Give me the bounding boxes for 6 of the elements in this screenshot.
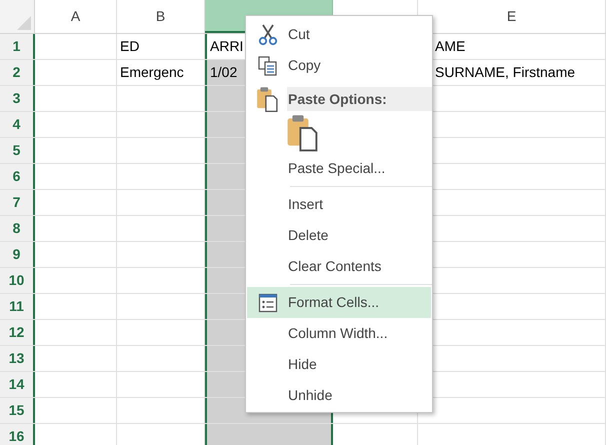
cell-text: 1/02 bbox=[210, 63, 238, 82]
cell-text: ED bbox=[120, 37, 140, 56]
cell-text: Emergenc bbox=[120, 63, 184, 82]
cell-text: SURNAME, Firstname bbox=[435, 63, 576, 82]
cell-text: ARRI bbox=[210, 37, 244, 56]
cell-text: AME bbox=[435, 37, 466, 56]
